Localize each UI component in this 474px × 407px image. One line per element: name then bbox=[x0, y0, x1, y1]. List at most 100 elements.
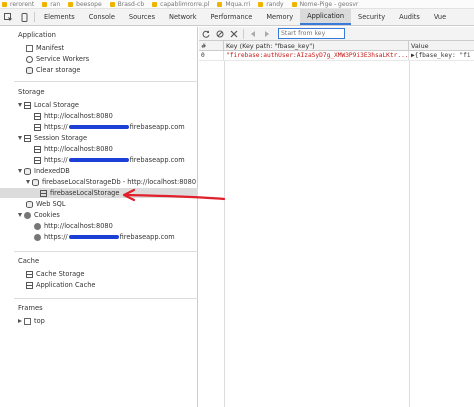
inspect-element-icon[interactable] bbox=[0, 9, 16, 25]
separator bbox=[34, 12, 35, 22]
sidebar-item-indexeddb[interactable]: IndexedDB bbox=[18, 166, 70, 176]
sidebar-item-session-firebase[interactable]: https:// firebaseapp.com bbox=[34, 155, 185, 165]
section-title-frames: Frames bbox=[18, 304, 43, 312]
grid-icon bbox=[26, 281, 33, 289]
tab-sources[interactable]: Sources bbox=[122, 9, 162, 25]
sidebar-item-local-localhost[interactable]: http://localhost:8080 bbox=[34, 111, 113, 121]
database-icon bbox=[32, 178, 39, 186]
sidebar-item-label: top bbox=[34, 317, 45, 325]
sidebar-item-label: firebaseapp.com bbox=[129, 123, 185, 131]
redaction-scribble bbox=[68, 158, 129, 162]
sidebar-item-local-firebase[interactable]: https:// firebaseapp.com bbox=[34, 122, 185, 132]
gear-icon bbox=[26, 55, 33, 63]
sidebar-item-manifest[interactable]: Manifest bbox=[26, 43, 64, 53]
delete-icon[interactable] bbox=[227, 27, 241, 41]
sidebar-item-label: Session Storage bbox=[34, 134, 88, 142]
bookmark-label: Brasd-cb bbox=[117, 0, 145, 8]
bookmark-item[interactable]: rerorent bbox=[0, 1, 40, 8]
frame-icon bbox=[24, 317, 31, 325]
sidebar-item-cookies-firebase[interactable]: https:// firebaseapp.com bbox=[34, 232, 175, 242]
sidebar-item-session-localhost[interactable]: http://localhost:8080 bbox=[34, 144, 113, 154]
bookmark-item[interactable]: capablimrorre.pl bbox=[150, 1, 215, 8]
sidebar-item-cache-storage[interactable]: Cache Storage bbox=[26, 269, 84, 279]
tab-console[interactable]: Console bbox=[82, 9, 122, 25]
sidebar-item-label: https:// bbox=[44, 156, 68, 164]
row-index: 0 bbox=[199, 51, 224, 60]
row-key: "firebase:authUser:AIzaSyD7g_XMW3P9i3E3h… bbox=[226, 51, 409, 60]
row-value[interactable]: ▶{fbase_key: "fi bbox=[409, 51, 474, 60]
sidebar-item-web-sql[interactable]: Web SQL bbox=[26, 199, 66, 209]
tab-application[interactable]: Application bbox=[300, 9, 352, 25]
tab-vue[interactable]: Vue bbox=[427, 9, 453, 25]
grid-icon bbox=[34, 123, 41, 131]
tab-performance[interactable]: Performance bbox=[204, 9, 260, 25]
sidebar-item-label: Application Cache bbox=[36, 281, 96, 289]
tab-elements[interactable]: Elements bbox=[37, 9, 82, 25]
expand-arrow-icon[interactable] bbox=[18, 136, 22, 140]
sidebar-item-label: https:// bbox=[44, 233, 68, 241]
clear-icon[interactable] bbox=[213, 27, 227, 41]
grid-icon bbox=[40, 189, 47, 197]
table-row[interactable]: 0 "firebase:authUser:AIzaSyD7g_XMW3P9i3E… bbox=[199, 51, 474, 61]
bookmark-item[interactable]: randy bbox=[256, 1, 289, 8]
manifest-icon bbox=[26, 44, 33, 52]
tab-network[interactable]: Network bbox=[162, 9, 204, 25]
divider bbox=[14, 251, 198, 252]
cookie-icon bbox=[24, 211, 31, 219]
cookie-icon bbox=[34, 233, 41, 241]
sidebar-item-label: Clear storage bbox=[36, 66, 81, 74]
divider bbox=[14, 298, 198, 299]
column-header-key[interactable]: Key (Key path: "fbase_key") bbox=[224, 41, 409, 50]
sidebar-item-label: Manifest bbox=[36, 44, 65, 52]
next-page-icon[interactable] bbox=[260, 27, 274, 41]
bookmark-item[interactable]: Brasd-cb bbox=[108, 1, 150, 8]
start-key-input[interactable] bbox=[278, 28, 345, 39]
sidebar-item-label: Cookies bbox=[34, 211, 60, 219]
grid-icon bbox=[24, 101, 31, 109]
sidebar-item-label: http://localhost:8080 bbox=[44, 112, 113, 120]
bookmark-item[interactable]: ran bbox=[40, 1, 66, 8]
grid-icon bbox=[34, 112, 41, 120]
sidebar-item-session-storage[interactable]: Session Storage bbox=[18, 133, 87, 143]
tab-security[interactable]: Security bbox=[351, 9, 392, 25]
sidebar-item-application-cache[interactable]: Application Cache bbox=[26, 280, 95, 290]
sidebar-item-frame-top[interactable]: top bbox=[18, 316, 45, 326]
expand-arrow-icon[interactable] bbox=[18, 213, 22, 217]
database-icon bbox=[26, 66, 33, 74]
sidebar-item-label: Local Storage bbox=[34, 101, 79, 109]
sidebar-item-clear-storage[interactable]: Clear storage bbox=[26, 65, 80, 75]
previous-page-icon[interactable] bbox=[246, 27, 260, 41]
divider bbox=[14, 81, 198, 82]
data-toolbar bbox=[199, 27, 474, 41]
expand-arrow-icon[interactable] bbox=[18, 103, 22, 107]
sidebar-item-service-workers[interactable]: Service Workers bbox=[26, 54, 89, 64]
grid-icon bbox=[24, 134, 31, 142]
expand-arrow-icon[interactable] bbox=[26, 180, 30, 184]
bookmark-label: rerorent bbox=[10, 0, 35, 8]
sidebar-item-cookies[interactable]: Cookies bbox=[18, 210, 60, 220]
bookmark-item[interactable]: beesope bbox=[66, 1, 108, 8]
expand-arrow-icon[interactable] bbox=[18, 169, 22, 173]
database-icon bbox=[26, 200, 33, 208]
sidebar-item-local-storage[interactable]: Local Storage bbox=[18, 100, 79, 110]
tab-memory[interactable]: Memory bbox=[259, 9, 300, 25]
redaction-scribble bbox=[68, 125, 129, 129]
bookmark-icon bbox=[217, 1, 223, 7]
tab-audits[interactable]: Audits bbox=[392, 9, 427, 25]
bookmark-item[interactable]: Mqua.rri bbox=[215, 1, 256, 8]
column-header-value[interactable]: Value bbox=[409, 41, 474, 50]
devtools-tabs: Elements Console Sources Network Performance… bbox=[37, 9, 453, 25]
sidebar-item-object-store[interactable]: firebaseLocalStorage bbox=[0, 188, 198, 198]
sidebar-item-cookies-localhost[interactable]: http://localhost:8080 bbox=[34, 221, 113, 231]
indexeddb-data-panel: # Key (Key path: "fbase_key") Value 0 "f… bbox=[199, 27, 474, 407]
sidebar-item-indexeddb-database[interactable]: firebaseLocalStorageDb - http://localhos… bbox=[26, 177, 196, 187]
column-divider bbox=[409, 61, 410, 407]
device-toolbar-icon[interactable] bbox=[16, 9, 32, 25]
bookmark-icon bbox=[2, 1, 7, 7]
refresh-icon[interactable] bbox=[199, 27, 213, 41]
grid-icon bbox=[26, 270, 33, 278]
bookmark-item[interactable]: Nome-Pige - geosvr bbox=[290, 1, 365, 8]
expand-arrow-icon[interactable] bbox=[18, 319, 22, 323]
grid-icon bbox=[34, 145, 41, 153]
column-header-index[interactable]: # bbox=[199, 41, 224, 50]
